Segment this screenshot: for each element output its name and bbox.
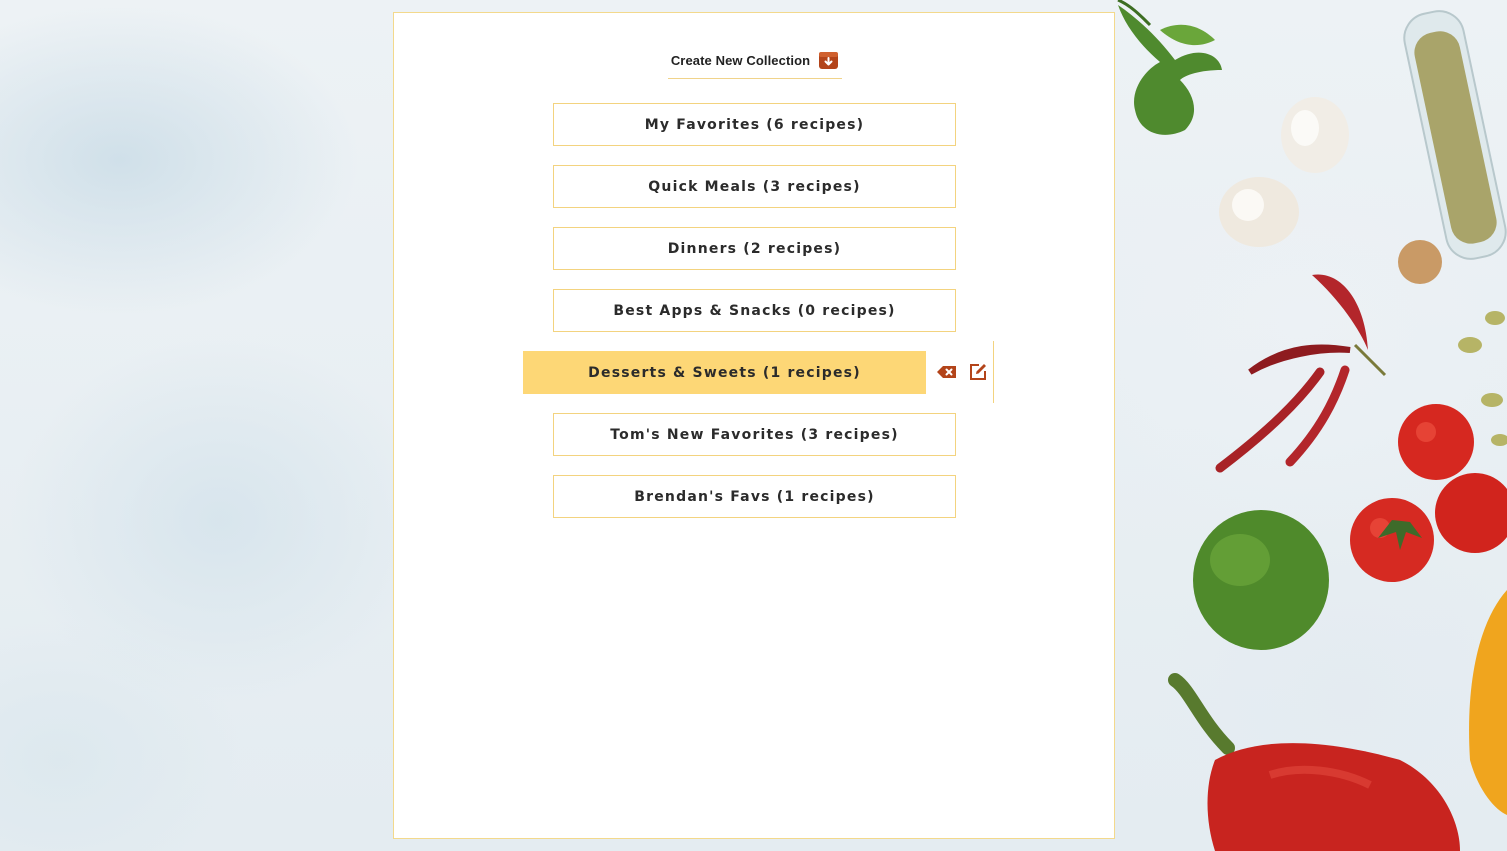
backspace-delete-icon[interactable] xyxy=(936,361,958,383)
collection-label: Tom's New Favorites (3 recipes) xyxy=(610,426,899,443)
seed-jar-image xyxy=(1403,10,1507,260)
yellow-pepper-image xyxy=(1469,590,1507,815)
collection-item[interactable]: Brendan's Favs (1 recipes) xyxy=(553,475,956,518)
collection-label: My Favorites (6 recipes) xyxy=(644,116,865,133)
collection-label: Dinners (2 recipes) xyxy=(667,240,842,257)
create-collection-button[interactable]: Create New Collection xyxy=(668,43,842,79)
active-row-actions xyxy=(926,341,994,403)
collection-label: Best Apps & Snacks (0 recipes) xyxy=(613,302,896,319)
collection-item[interactable]: Tom's New Favorites (3 recipes) xyxy=(553,413,956,456)
archive-download-icon xyxy=(819,52,839,69)
collection-item[interactable]: Best Apps & Snacks (0 recipes) xyxy=(553,289,956,332)
collection-item-active[interactable]: Desserts & Sweets (1 recipes) xyxy=(523,351,926,394)
lime-image xyxy=(1193,510,1329,650)
collection-item[interactable]: Dinners (2 recipes) xyxy=(553,227,956,270)
basil-leaf-image xyxy=(1117,0,1222,135)
collection-item[interactable]: Quick Meals (3 recipes) xyxy=(553,165,956,208)
collection-item[interactable]: My Favorites (6 recipes) xyxy=(553,103,956,146)
collection-label: Brendan's Favs (1 recipes) xyxy=(634,488,875,505)
collection-label: Quick Meals (3 recipes) xyxy=(648,178,861,195)
chili-peppers-image xyxy=(1215,274,1387,473)
collections-panel: Create New Collection My Favorites (6 re… xyxy=(393,12,1115,839)
pumpkin-seeds-image xyxy=(1458,311,1507,446)
edit-square-icon[interactable] xyxy=(967,361,989,383)
cork-image xyxy=(1398,240,1442,284)
garlic-image xyxy=(1219,97,1349,247)
collection-label: Desserts & Sweets (1 recipes) xyxy=(588,364,861,381)
create-collection-label: Create New Collection xyxy=(670,53,811,68)
bell-pepper-image xyxy=(1168,673,1460,851)
tomatoes-image xyxy=(1350,404,1507,582)
